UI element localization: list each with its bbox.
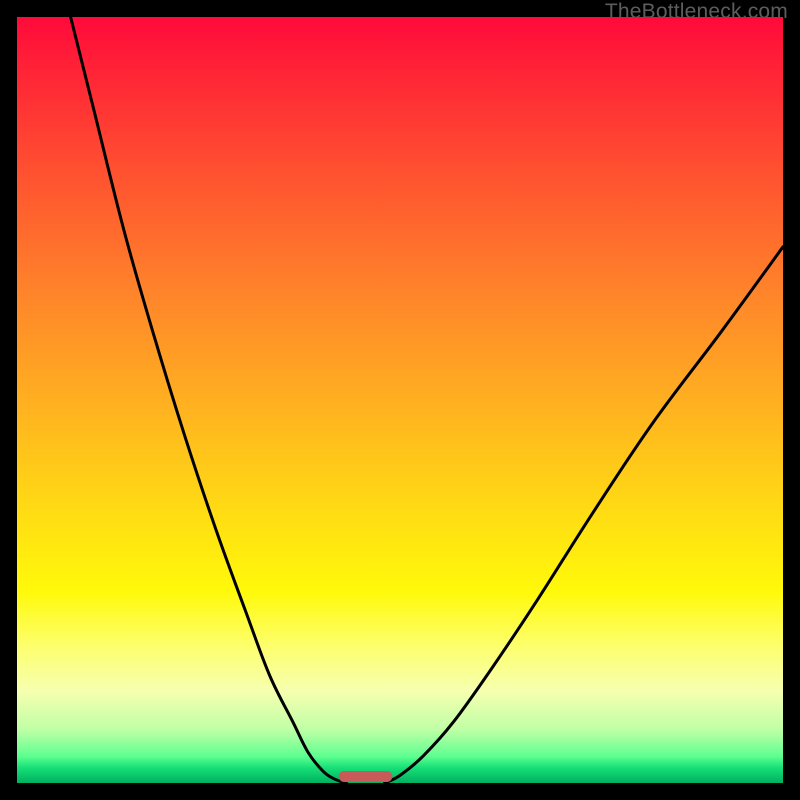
curve-layer	[71, 17, 783, 783]
marker-layer	[339, 771, 393, 782]
curve-left-curve	[71, 17, 347, 783]
chart-svg	[17, 17, 783, 783]
chart-frame: TheBottleneck.com	[0, 0, 800, 800]
plot-area	[17, 17, 783, 783]
curve-right-curve	[385, 247, 783, 783]
highlight-bar	[339, 771, 393, 782]
